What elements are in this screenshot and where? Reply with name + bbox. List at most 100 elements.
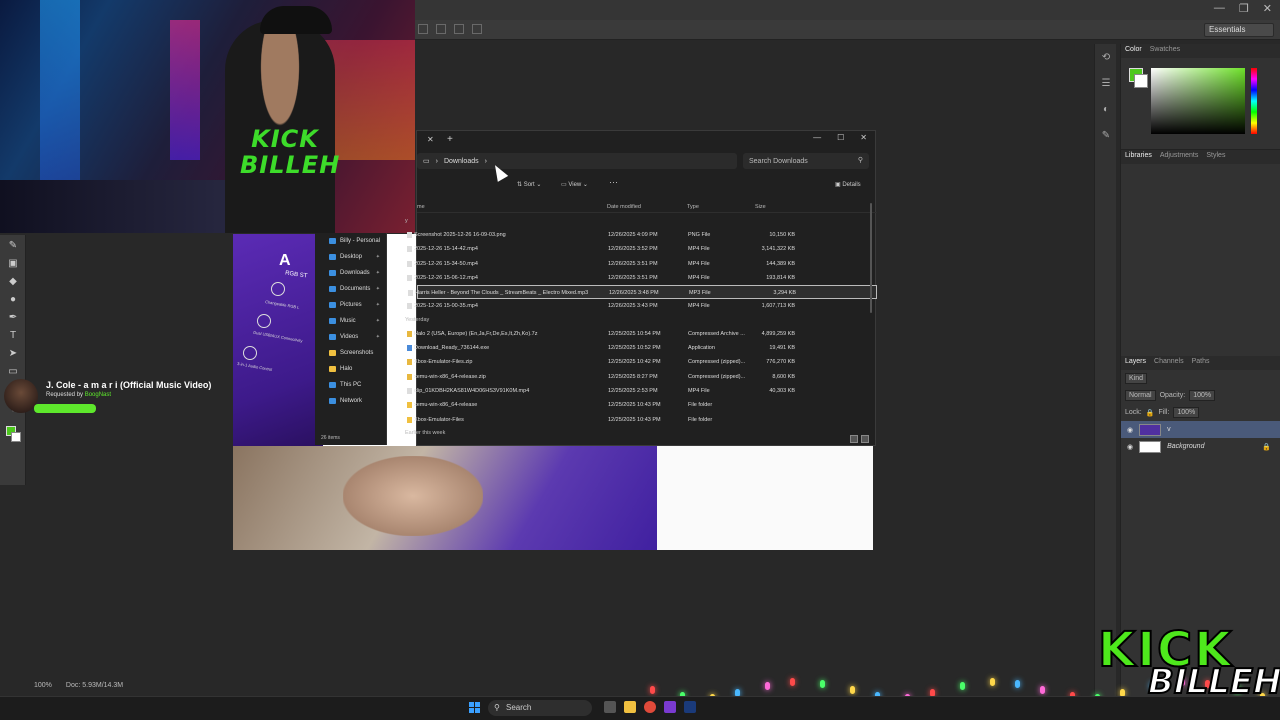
file-row[interactable]: Xbox-Emulator-Files 12/25/2025 10:43 PM Fi…	[407, 413, 877, 427]
sidebar-item-halo[interactable]: Halo	[315, 361, 386, 377]
sidebar-item-documents[interactable]: Documents ✦	[315, 281, 386, 297]
tab-channels[interactable]: Channels	[1154, 358, 1184, 368]
pin-icon[interactable]: ✦	[376, 254, 380, 260]
photoshop-icon[interactable]	[684, 701, 696, 713]
file-row[interactable]: xemu-win-x86_64-release.zip 12/25/2025 8:…	[407, 370, 877, 384]
breadcrumb-downloads[interactable]: Downloads	[444, 158, 479, 165]
taskbar-search[interactable]: ⚲ Search	[488, 700, 592, 716]
align-left-icon[interactable]	[418, 24, 428, 34]
address-bar[interactable]: ▭ › Downloads ›	[417, 153, 737, 169]
zoom-level[interactable]: 100%	[34, 682, 52, 696]
path-selection-icon[interactable]: ➤	[6, 347, 20, 361]
tab-libraries[interactable]: Libraries	[1125, 152, 1152, 162]
sort-button[interactable]: ⇅ Sort ⌄	[517, 181, 541, 188]
file-row[interactable]: clip_01KDBH2KAS81W4D06HS3V91K0M.mp4 12/25…	[407, 384, 877, 398]
visibility-eye-icon[interactable]: ◉	[1127, 443, 1133, 451]
tab-color[interactable]: Color	[1125, 46, 1142, 56]
sidebar-item-videos[interactable]: Videos ✦	[315, 329, 386, 345]
pin-icon[interactable]: ✦	[376, 270, 380, 276]
file-row[interactable]: 2025-12-26 15-14-42.mp4 12/26/2025 3:52 P…	[407, 242, 877, 256]
close-icon[interactable]: ✕	[860, 133, 867, 142]
hue-slider[interactable]	[1251, 68, 1257, 134]
sidebar-item-pictures[interactable]: Pictures ✦	[315, 297, 386, 313]
column-size[interactable]: Size	[755, 204, 766, 210]
file-row[interactable]: 2025-12-26 15-06-12.mp4 12/26/2025 3:51 P…	[407, 271, 877, 285]
app-icon[interactable]	[664, 701, 676, 713]
dodge-tool-icon[interactable]: ●	[6, 293, 20, 307]
layer-row[interactable]: ◉ Background 🔒	[1121, 438, 1280, 455]
file-row[interactable]: Screenshot 2025-12-26 16-09-03.png 12/26/…	[407, 228, 877, 242]
details-view-icon[interactable]	[850, 435, 858, 443]
layer-row[interactable]: ◉ v	[1121, 421, 1280, 438]
details-button[interactable]: ▣ Details	[835, 181, 861, 188]
view-button[interactable]: ▭ View ⌄	[561, 181, 588, 188]
file-explorer-icon[interactable]	[624, 701, 636, 713]
color-picker-field[interactable]	[1151, 68, 1245, 134]
tab-close-icon[interactable]: ✕	[427, 135, 434, 144]
blend-mode-select[interactable]: Normal	[1125, 390, 1156, 401]
fill-input[interactable]: 100%	[1173, 407, 1200, 418]
tab-layers[interactable]: Layers	[1125, 358, 1146, 368]
sidebar-item-billy-personal[interactable]: Billy - Personal	[315, 233, 386, 249]
lock-all-icon[interactable]: 🔒	[1146, 409, 1155, 417]
sidebar-item-this-pc[interactable]: This PC	[315, 377, 386, 393]
align-right-icon[interactable]	[454, 24, 464, 34]
pin-icon[interactable]: ✦	[376, 302, 380, 308]
restore-icon[interactable]: ❐	[1239, 2, 1249, 15]
pin-icon[interactable]: ✦	[376, 286, 380, 292]
workspace-select[interactable]: Essentials	[1204, 23, 1274, 37]
tab-paths[interactable]: Paths	[1192, 358, 1210, 368]
scrollbar[interactable]	[870, 203, 872, 313]
minimize-icon[interactable]: —	[813, 133, 821, 142]
history-icon[interactable]: ⟲	[1100, 52, 1112, 64]
file-row[interactable]: Halo 2 (USA, Europe) (En,Ja,Fr,De,Es,It,…	[407, 327, 877, 341]
distribute-icon[interactable]	[472, 24, 482, 34]
file-row[interactable]: Download_Ready_736144.exe 12/25/2025 10:5…	[407, 341, 877, 355]
group-header[interactable]: y	[405, 215, 877, 228]
tab-swatches[interactable]: Swatches	[1150, 46, 1180, 56]
properties-icon[interactable]: ☰	[1100, 78, 1112, 90]
sidebar-item-network[interactable]: Network	[315, 393, 386, 409]
sidebar-item-music[interactable]: Music ✦	[315, 313, 386, 329]
file-row[interactable]: 2025-12-26 15-00-35.mp4 12/26/2025 3:43 P…	[407, 299, 877, 313]
file-row[interactable]: Xbox-Emulator-Files.zip 12/25/2025 10:42 …	[407, 355, 877, 369]
layer-name[interactable]: v	[1167, 426, 1171, 433]
chrome-icon[interactable]	[644, 701, 656, 713]
start-button[interactable]	[469, 702, 480, 713]
file-row[interactable]: xemu-win-x86_64-release 12/25/2025 10:43 …	[407, 398, 877, 412]
visibility-eye-icon[interactable]: ◉	[1127, 426, 1133, 434]
task-view-icon[interactable]	[604, 701, 616, 713]
column-date[interactable]: Date modified	[607, 204, 641, 210]
adjust-icon[interactable]: ◐	[1100, 104, 1112, 116]
sidebar-item-downloads[interactable]: Downloads ✦	[315, 265, 386, 281]
tiles-view-icon[interactable]	[861, 435, 869, 443]
close-icon[interactable]: ✕	[1263, 2, 1272, 15]
opacity-input[interactable]: 100%	[1189, 390, 1216, 401]
type-tool-icon[interactable]: T	[6, 329, 20, 343]
file-row[interactable]: Harris Heller - Beyond The Clouds _ Stre…	[408, 285, 877, 300]
sidebar-item-desktop[interactable]: Desktop ✦	[315, 249, 386, 265]
tab-adjustments[interactable]: Adjustments	[1160, 152, 1199, 162]
color-bg-swatch[interactable]	[1134, 74, 1148, 88]
align-center-icon[interactable]	[436, 24, 446, 34]
group-header[interactable]: Earlier this week	[405, 427, 877, 440]
layer-name[interactable]: Background	[1167, 443, 1204, 450]
minimize-icon[interactable]: —	[1214, 2, 1225, 15]
chevron-right-icon[interactable]: ›	[485, 158, 487, 165]
new-tab-icon[interactable]: +	[447, 134, 453, 145]
column-name[interactable]: me	[417, 204, 425, 210]
kind-filter-select[interactable]: Kind	[1125, 373, 1148, 384]
group-header[interactable]: Yesterday	[405, 314, 877, 327]
eraser-tool-icon[interactable]: ◆	[6, 275, 20, 289]
sidebar-item-screenshots[interactable]: Screenshots	[315, 345, 386, 361]
search-input[interactable]: Search Downloads ⚲	[743, 153, 869, 169]
background-color-swatch[interactable]	[11, 432, 21, 442]
pen-tool-icon[interactable]: ✒	[6, 311, 20, 325]
stamp-tool-icon[interactable]: ▣	[6, 257, 20, 271]
file-row[interactable]: 2025-12-26 15-34-50.mp4 12/26/2025 3:51 P…	[407, 257, 877, 271]
brush-settings-icon[interactable]: ✎	[1100, 130, 1112, 142]
column-type[interactable]: Type	[687, 204, 699, 210]
tab-styles[interactable]: Styles	[1206, 152, 1225, 162]
more-button[interactable]: ···	[609, 177, 618, 187]
pin-icon[interactable]: ✦	[376, 334, 380, 340]
